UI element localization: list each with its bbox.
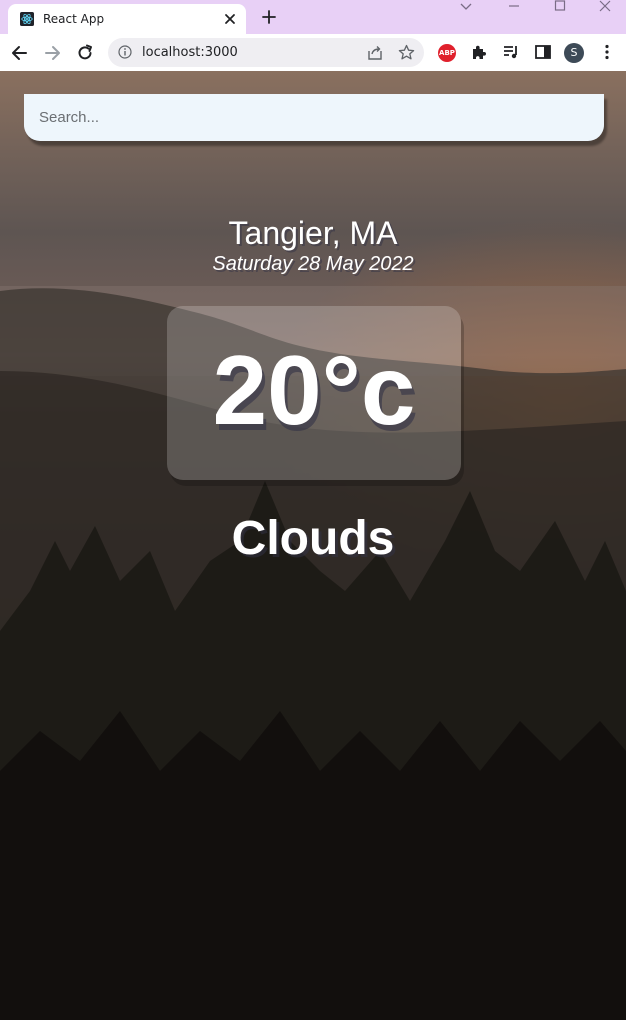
current-date: Saturday 28 May 2022 <box>212 253 414 275</box>
react-logo-icon <box>20 12 34 26</box>
tab-title: React App <box>43 12 105 26</box>
temperature-value: 20°c <box>212 335 416 445</box>
share-icon[interactable] <box>367 45 383 61</box>
maximize-icon[interactable] <box>553 0 567 14</box>
back-arrow-icon[interactable] <box>10 43 30 63</box>
bookmark-star-icon[interactable] <box>398 44 415 61</box>
search-box <box>24 94 604 141</box>
new-tab-icon[interactable] <box>260 8 278 26</box>
tab-search-icon[interactable] <box>459 0 473 14</box>
more-menu-icon[interactable] <box>598 43 616 61</box>
browser-tab[interactable]: React App <box>8 4 246 34</box>
forward-arrow-icon[interactable] <box>42 43 62 63</box>
site-info-icon[interactable] <box>118 45 132 59</box>
search-input[interactable] <box>24 94 604 141</box>
profile-avatar[interactable]: S <box>564 43 584 63</box>
side-panel-icon[interactable] <box>534 43 552 61</box>
weather-condition: Clouds <box>231 512 395 565</box>
url-text: localhost:3000 <box>142 45 238 60</box>
reload-icon[interactable] <box>75 43 95 63</box>
close-tab-icon[interactable] <box>222 11 238 27</box>
weather-app-page: Tangier, MA Saturday 28 May 2022 20°c Cl… <box>0 71 626 1020</box>
close-window-icon[interactable] <box>598 0 612 14</box>
adblock-plus-icon[interactable]: ABP <box>438 44 456 62</box>
browser-tab-strip: React App <box>0 0 626 34</box>
extensions-puzzle-icon[interactable] <box>470 43 488 61</box>
temperature-card: 20°c <box>167 306 461 480</box>
browser-toolbar: localhost:3000 ABP S <box>0 34 626 72</box>
location-name: Tangier, MA <box>228 215 398 251</box>
media-queue-icon[interactable] <box>502 43 520 61</box>
address-bar[interactable]: localhost:3000 <box>108 38 424 67</box>
minimize-icon[interactable] <box>507 0 521 14</box>
